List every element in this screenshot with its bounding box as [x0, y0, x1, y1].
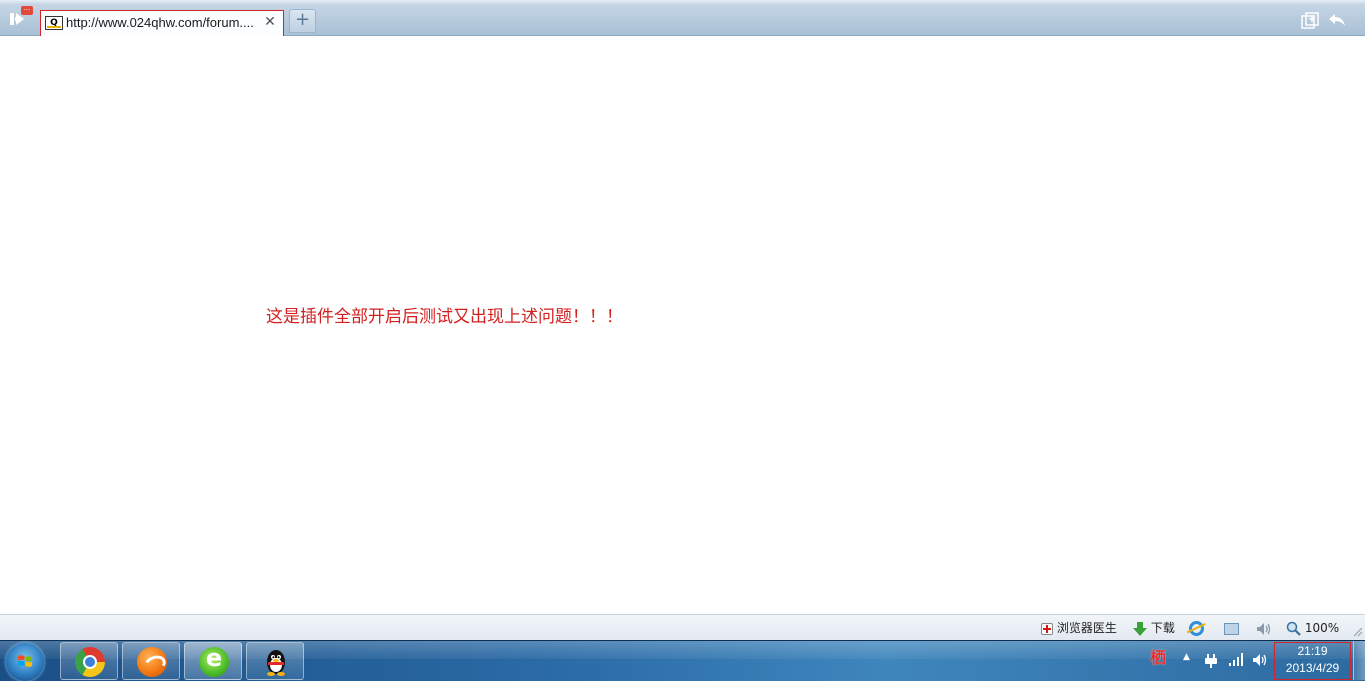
- green-e-browser-icon: [199, 644, 229, 677]
- page-message: 这是插件全部开启后测试又出现上述问题！！！: [266, 307, 623, 327]
- windows-logo-icon: [18, 655, 32, 667]
- window-mode-button[interactable]: [1224, 619, 1239, 637]
- new-tab-button[interactable]: +: [289, 9, 316, 33]
- taskbar-qq-button[interactable]: [246, 642, 304, 680]
- clock-date: 2013/4/29: [1285, 661, 1340, 675]
- ime-indicator-icon[interactable]: 栖: [1150, 649, 1168, 667]
- browser-doctor-label: 浏览器医生: [1056, 621, 1117, 635]
- show-desktop-button[interactable]: [1353, 641, 1365, 680]
- tab-title: http://www.024qhw.com/forum....: [66, 15, 254, 30]
- magnifier-icon: [1286, 621, 1301, 636]
- zoom-label: 100%: [1304, 621, 1340, 635]
- download-button[interactable]: 下载: [1133, 619, 1175, 637]
- download-label: 下载: [1150, 621, 1175, 635]
- browser-tab[interactable]: Q http://www.024qhw.com/forum.... ✕: [40, 10, 284, 36]
- qq-penguin-icon: [267, 650, 285, 676]
- taskbar-browser-e-button[interactable]: [184, 642, 242, 680]
- download-arrow-icon: [1133, 621, 1147, 636]
- browser-doctor-button[interactable]: 浏览器医生: [1041, 619, 1117, 637]
- clock-time: 21:19: [1297, 644, 1328, 658]
- tab-close-icon[interactable]: ✕: [263, 14, 277, 30]
- restore-window-icon[interactable]: [1301, 12, 1319, 29]
- ie-compat-button[interactable]: [1189, 619, 1204, 637]
- undo-close-icon[interactable]: [1327, 11, 1347, 28]
- network-signal-icon[interactable]: [1229, 653, 1245, 666]
- system-clock[interactable]: 21:19 2013/4/29: [1274, 642, 1351, 680]
- speaker-icon: [1257, 622, 1271, 635]
- volume-icon[interactable]: [1252, 653, 1268, 667]
- zoom-button[interactable]: 100%: [1286, 619, 1339, 637]
- notification-badge: ···: [21, 6, 33, 15]
- mute-button[interactable]: [1256, 619, 1272, 637]
- taskbar-maxthon-button[interactable]: [122, 642, 180, 680]
- tab-strip: ··· Q http://www.024qhw.com/forum.... ✕ …: [0, 0, 1365, 36]
- site-favicon-icon: Q: [45, 16, 63, 30]
- status-bar: 浏览器医生 下载 100%: [0, 614, 1365, 641]
- first-aid-icon: [1041, 622, 1053, 635]
- ie-icon: [1189, 621, 1204, 636]
- window-icon: [1224, 622, 1239, 635]
- chrome-icon: [75, 647, 105, 677]
- start-button[interactable]: [6, 643, 44, 681]
- show-hidden-icons-icon[interactable]: ▲: [1183, 652, 1193, 662]
- maxthon-icon: [137, 647, 167, 677]
- resize-grip-icon[interactable]: [1351, 625, 1363, 637]
- taskbar-chrome-button[interactable]: [60, 642, 118, 680]
- power-plug-icon[interactable]: [1204, 653, 1218, 668]
